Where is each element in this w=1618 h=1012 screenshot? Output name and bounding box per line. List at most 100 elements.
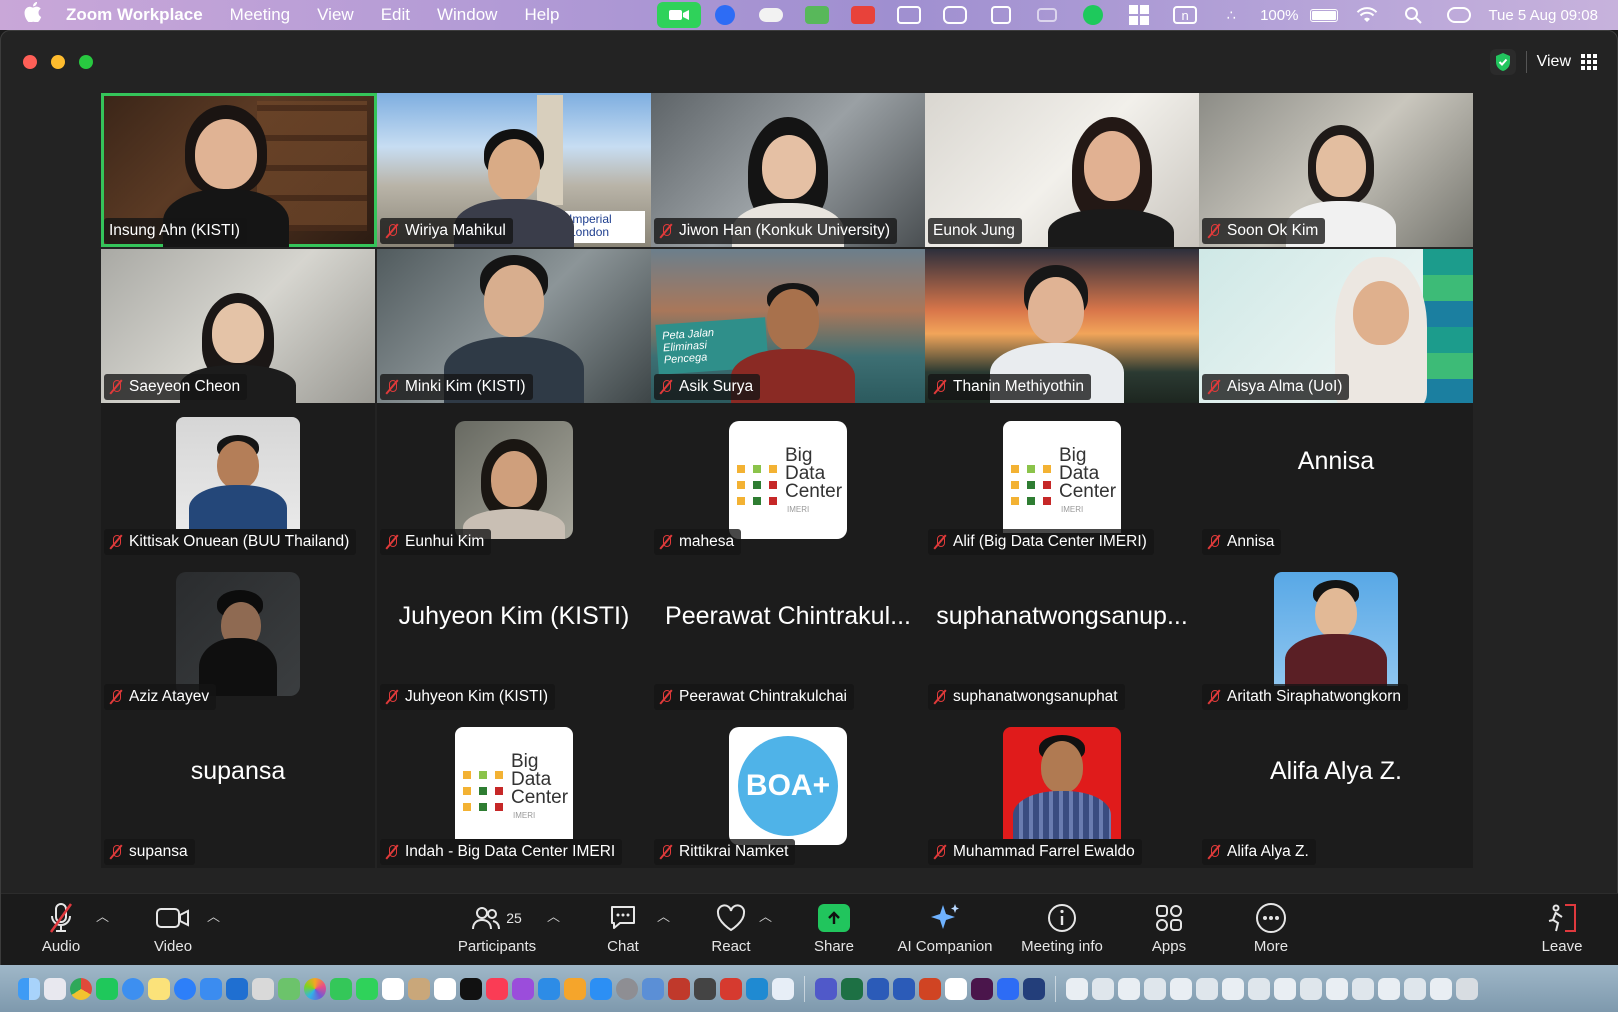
facetime-dock-icon[interactable]: [356, 977, 378, 1000]
notes-icon[interactable]: [148, 977, 170, 1000]
mail-icon[interactable]: [200, 977, 222, 1000]
participant-tile[interactable]: supansa supansa: [101, 713, 375, 868]
line-app-icon[interactable]: [96, 977, 118, 1000]
minimized-window-icon[interactable]: [1378, 977, 1400, 1000]
participant-tile[interactable]: Annisa Annisa: [1199, 403, 1473, 558]
launchpad-icon[interactable]: [44, 977, 66, 1000]
participants-button[interactable]: 25 Participants: [449, 900, 545, 962]
participant-tile[interactable]: Kittisak Onuean (BUU Thailand): [101, 403, 375, 558]
menu-edit[interactable]: Edit: [381, 5, 410, 25]
participant-tile[interactable]: Alifa Alya Z. Alifa Alya Z.: [1199, 713, 1473, 868]
teams-icon[interactable]: [815, 977, 837, 1000]
windows-icon[interactable]: [1116, 0, 1162, 30]
n-icon[interactable]: n: [1162, 0, 1208, 30]
participant-tile[interactable]: BOA+ Rittikrai Namket: [651, 713, 925, 868]
participant-tile[interactable]: Eunok Jung: [925, 93, 1199, 247]
view-button-label[interactable]: View: [1537, 53, 1571, 71]
participant-tile[interactable]: Minki Kim (KISTI): [377, 249, 651, 403]
chrome-icon[interactable]: [70, 977, 92, 1000]
input-source-icon[interactable]: [945, 977, 967, 1000]
messages-icon[interactable]: [330, 977, 352, 1000]
participant-tile[interactable]: Insung Ahn (KISTI): [101, 93, 377, 247]
contacts-icon[interactable]: [408, 977, 430, 1000]
podcasts-icon[interactable]: [512, 977, 534, 1000]
minimized-window-icon[interactable]: [1404, 977, 1426, 1000]
minimized-window-icon[interactable]: [1196, 977, 1218, 1000]
powerpoint-icon[interactable]: [919, 977, 941, 1000]
react-button[interactable]: React: [707, 900, 755, 962]
keyboard-icon[interactable]: [252, 977, 274, 1000]
minimized-window-icon[interactable]: [1326, 977, 1348, 1000]
leave-button[interactable]: Leave: [1539, 900, 1585, 962]
participant-tile[interactable]: Aritath Siraphatwongkorn: [1199, 558, 1473, 713]
minimized-window-icon[interactable]: [1092, 977, 1114, 1000]
video-options-chevron-icon[interactable]: ︿: [207, 906, 220, 925]
minimized-window-icon[interactable]: [1144, 977, 1166, 1000]
participant-tile[interactable]: Imperial London Wiriya Mahikul: [377, 93, 651, 247]
participant-tile[interactable]: Saeyeon Cheon: [101, 249, 375, 403]
wifi-icon[interactable]: [1344, 0, 1390, 30]
zoom-tray-icon[interactable]: [702, 0, 748, 30]
grid-app-icon[interactable]: [893, 977, 915, 1000]
battery-icon[interactable]: [1304, 0, 1344, 30]
vscode-icon[interactable]: [746, 977, 768, 1000]
meeting-info-button[interactable]: Meeting info: [1017, 900, 1107, 962]
keynote-icon[interactable]: [538, 977, 560, 1000]
ai-companion-button[interactable]: AI Companion: [893, 900, 997, 962]
trash-icon[interactable]: [1456, 977, 1478, 1000]
photos-icon[interactable]: [304, 977, 326, 1000]
dots-icon[interactable]: ∴: [1208, 0, 1254, 30]
participant-tile[interactable]: Big Data Center IMERI Indah - Big Data Cen…: [377, 713, 651, 868]
minimized-window-icon[interactable]: [1066, 977, 1088, 1000]
kakao-icon[interactable]: [794, 0, 840, 30]
menu-meeting[interactable]: Meeting: [230, 5, 290, 25]
participant-tile[interactable]: Peta Jalan Eliminasi Pencega Asik Surya: [651, 249, 925, 403]
red-app-icon[interactable]: [840, 0, 886, 30]
minimized-window-icon[interactable]: [1352, 977, 1374, 1000]
screen-icon[interactable]: [978, 0, 1024, 30]
cloud-icon[interactable]: [748, 0, 794, 30]
dock-app-icon[interactable]: [642, 977, 664, 1000]
appstore-icon[interactable]: [590, 977, 612, 1000]
safari-icon[interactable]: [122, 977, 144, 1000]
encryption-shield-icon[interactable]: [1489, 49, 1516, 75]
minimized-window-icon[interactable]: [1170, 977, 1192, 1000]
participant-tile[interactable]: Aisya Alma (UoI): [1199, 249, 1473, 403]
settings-icon[interactable]: [616, 977, 638, 1000]
menu-help[interactable]: Help: [524, 5, 559, 25]
music-icon[interactable]: [486, 977, 508, 1000]
chat-options-chevron-icon[interactable]: ︿: [657, 906, 670, 925]
messenger-icon[interactable]: [174, 977, 196, 1000]
close-window-button[interactable]: [23, 55, 37, 69]
participant-tile[interactable]: Big Data Center IMERI Alif (Big Data Cente…: [925, 403, 1199, 558]
apps-button[interactable]: Apps: [1149, 900, 1189, 962]
outlook-icon[interactable]: [226, 977, 248, 1000]
participant-tile[interactable]: Soon Ok Kim: [1199, 93, 1473, 247]
participant-tile[interactable]: Big Data Center IMERI mahesa: [651, 403, 925, 558]
zoom-dock-icon[interactable]: [997, 977, 1019, 1000]
share-button[interactable]: Share: [809, 900, 859, 962]
control-center-icon[interactable]: [1436, 0, 1482, 30]
gallery-view-icon[interactable]: [1581, 54, 1597, 70]
react-options-chevron-icon[interactable]: ︿: [759, 906, 772, 925]
participants-options-chevron-icon[interactable]: ︿: [547, 906, 560, 925]
minimized-window-icon[interactable]: [1222, 977, 1244, 1000]
fullscreen-window-button[interactable]: [79, 55, 93, 69]
clock[interactable]: Tue 5 Aug 09:08: [1482, 7, 1604, 24]
minimized-window-icon[interactable]: [1118, 977, 1140, 1000]
chat-button[interactable]: Chat: [601, 900, 645, 962]
participant-tile[interactable]: Muhammad Farrel Ewaldo: [925, 713, 1199, 868]
participant-tile[interactable]: Thanin Methiyothin: [925, 249, 1199, 403]
menu-view[interactable]: View: [317, 5, 354, 25]
reminders-icon[interactable]: [434, 977, 456, 1000]
audio-options-chevron-icon[interactable]: ︿: [96, 906, 109, 925]
minimized-window-icon[interactable]: [1248, 977, 1270, 1000]
calculator-icon[interactable]: [694, 977, 716, 1000]
maps-icon[interactable]: [278, 977, 300, 1000]
excel-icon[interactable]: [841, 977, 863, 1000]
participant-tile[interactable]: Peerawat Chintrakul... Peerawat Chintrak…: [651, 558, 925, 713]
webex-icon[interactable]: [1023, 977, 1045, 1000]
participant-tile[interactable]: Jiwon Han (Konkuk University): [651, 93, 925, 247]
pages-icon[interactable]: [564, 977, 586, 1000]
appletv-icon[interactable]: [460, 977, 482, 1000]
